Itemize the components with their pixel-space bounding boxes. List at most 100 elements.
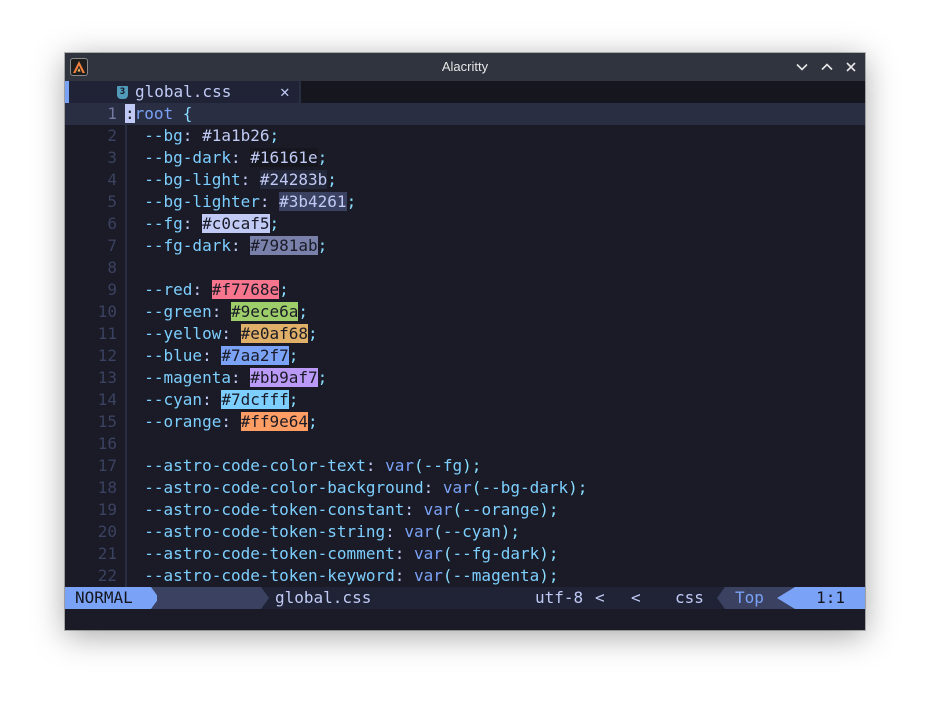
code-line[interactable]: 17 --astro-code-color-text: var(--fg); [65, 455, 865, 477]
code-token: : [385, 522, 405, 541]
code-line[interactable]: 3 --bg-dark: #16161e; [65, 147, 865, 169]
css-file-icon: 3 [117, 86, 128, 99]
tab-global-css[interactable]: 3 global.css ✕ [69, 81, 299, 103]
code-line[interactable]: 7 --fg-dark: #7981ab; [65, 235, 865, 257]
powerline-separator [261, 587, 269, 609]
code-line[interactable]: 1:root { [65, 103, 865, 125]
code-token: : [202, 390, 222, 409]
code-line[interactable]: 2 --bg: #1a1b26; [65, 125, 865, 147]
close-window-button[interactable] [841, 57, 861, 77]
indent-guide [125, 433, 127, 455]
tab-close-button[interactable]: ✕ [280, 82, 290, 102]
code-token: ); [539, 544, 559, 563]
color-swatch-value: #9ece6a [230, 302, 299, 321]
powerline-separator [717, 587, 725, 609]
code-line[interactable]: 21 --astro-code-token-comment: var(--fg-… [65, 543, 865, 565]
line-number: 7 [107, 236, 117, 255]
code-line[interactable]: 22 --astro-code-token-keyword: var(--mag… [65, 565, 865, 587]
color-swatch-value: #3b4261 [279, 192, 347, 211]
status-separator: < [631, 588, 641, 607]
code-token: ); [539, 500, 559, 519]
code-line[interactable]: 11 --yellow: #e0af68; [65, 323, 865, 345]
code-token: --astro-code-token-constant [125, 500, 405, 519]
code-line[interactable]: 16 [65, 433, 865, 455]
code-text: --magenta: #bb9af7; [125, 367, 327, 389]
maximize-button[interactable] [817, 57, 837, 77]
code-token: --blue [125, 346, 203, 365]
code-token: ; [288, 390, 299, 409]
code-line[interactable]: 6 --fg: #c0caf5; [65, 213, 865, 235]
code-token: --bg [125, 126, 183, 145]
code-text: --fg-dark: #7981ab; [125, 235, 327, 257]
code-token: ( [452, 500, 463, 519]
color-swatch-value: #f7768e [211, 280, 280, 299]
tab-label: global.css [135, 82, 232, 101]
code-token: --magenta [452, 566, 540, 585]
code-token: --bg-dark [481, 478, 569, 497]
code-token: --orange [462, 500, 540, 519]
code-token: ); [539, 566, 559, 585]
line-number: 21 [97, 544, 117, 563]
file-encoding: utf-8 [535, 588, 584, 607]
code-line[interactable]: 18 --astro-code-color-background: var(--… [65, 477, 865, 499]
status-separator: < [595, 588, 605, 607]
title-bar[interactable]: Alacritty [65, 53, 865, 81]
code-token: --cyan [125, 390, 203, 409]
code-line[interactable]: 13 --magenta: #bb9af7; [65, 367, 865, 389]
code-token: : [230, 148, 251, 167]
code-text: --green: #9ece6a; [125, 301, 308, 323]
color-swatch-value: #bb9af7 [250, 368, 318, 387]
code-text: --bg-light: #24283b; [125, 169, 337, 191]
code-token: --astro-code-token-comment [125, 544, 395, 563]
color-swatch-value: #1a1b26 [202, 126, 270, 145]
code-token: ( [442, 566, 453, 585]
code-token: --bg-light [125, 170, 241, 189]
line-number: 18 [97, 478, 117, 497]
color-swatch-value: #c0caf5 [202, 214, 270, 233]
git-branch-segment: master [157, 587, 299, 629]
command-line[interactable] [65, 609, 865, 630]
code-token: ); [462, 456, 482, 475]
code-line[interactable]: 12 --blue: #7aa2f7; [65, 345, 865, 367]
line-number: 1 [107, 104, 117, 123]
code-line[interactable]: 20 --astro-code-token-string: var(--cyan… [65, 521, 865, 543]
line-number: 10 [97, 302, 117, 321]
code-token: ); [500, 522, 520, 541]
code-token: --magenta [125, 368, 231, 387]
code-token: : [240, 170, 260, 189]
code-line[interactable]: 9 --red: #f7768e; [65, 279, 865, 301]
code-token: { [173, 104, 193, 123]
code-token: : [365, 456, 386, 475]
code-line[interactable]: 8 [65, 257, 865, 279]
code-line[interactable]: 14 --cyan: #7dcfff; [65, 389, 865, 411]
code-line[interactable]: 4 --bg-light: #24283b; [65, 169, 865, 191]
code-line[interactable]: 5 --bg-lighter: #3b4261; [65, 191, 865, 213]
close-icon [846, 62, 856, 72]
color-swatch-value: #7aa2f7 [221, 346, 289, 365]
code-token: var [423, 500, 453, 519]
code-text: --astro-code-token-constant: var(--orang… [125, 499, 559, 521]
status-line: NORMAL master global.css utf-8 < < 3 [65, 587, 865, 630]
code-line[interactable]: 19 --astro-code-token-constant: var(--or… [65, 499, 865, 521]
code-token: ( [442, 544, 453, 563]
line-number: 20 [97, 522, 117, 541]
color-swatch-value: #24283b [259, 170, 328, 189]
code-editor[interactable]: 1:root {2 --bg: #1a1b26; 3 --bg-dark: #16… [65, 103, 865, 587]
code-token: --orange [125, 412, 222, 431]
code-token: : [230, 236, 251, 255]
code-token: ( [471, 478, 482, 497]
code-token: --fg-dark [125, 236, 231, 255]
code-token: ; [317, 148, 328, 167]
code-token: : [423, 478, 443, 497]
code-line[interactable]: 10 --green: #9ece6a; [65, 301, 865, 323]
tab-divider [299, 81, 301, 103]
code-token: root [134, 104, 174, 123]
line-number: 19 [97, 500, 117, 519]
color-swatch-value: #16161e [250, 148, 318, 167]
file-type: css [675, 588, 704, 607]
code-line[interactable]: 15 --orange: #ff9e64; [65, 411, 865, 433]
minimize-button[interactable] [792, 57, 812, 77]
code-token: --red [125, 280, 193, 299]
code-text: --blue: #7aa2f7; [125, 345, 298, 367]
code-token: var [404, 522, 434, 541]
